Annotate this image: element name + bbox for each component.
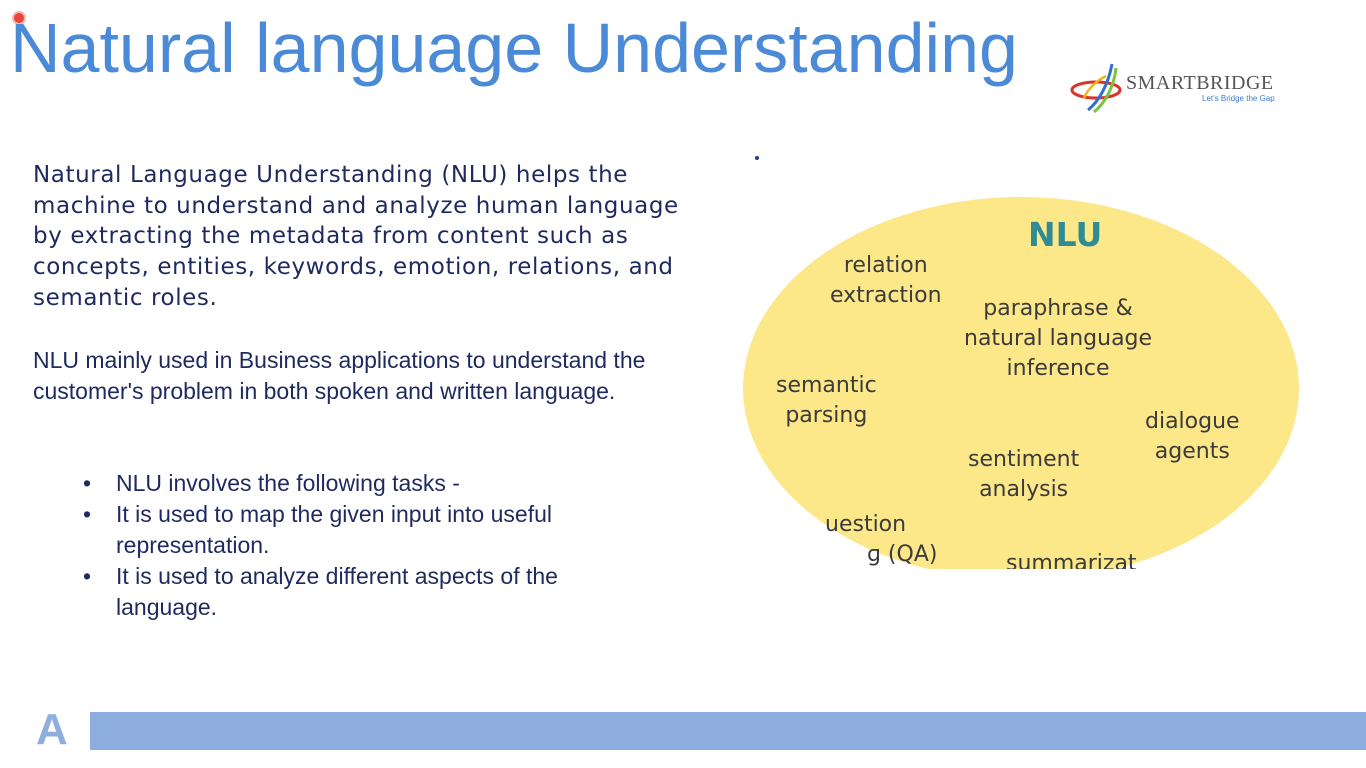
nlu-diagram: NLU relation extraction paraphrase & nat…: [743, 197, 1299, 580]
term-relation-extraction: relation extraction: [830, 253, 942, 308]
term-semantic-parsing: semantic parsing: [776, 373, 877, 428]
bullet-text: It is used to map the given input into u…: [116, 501, 552, 558]
smartbridge-logo: SMARTBRIDGE Let's Bridge the Gap: [1068, 58, 1288, 118]
slide-title: Natural language Understanding: [10, 9, 1018, 87]
bullet-icon: •: [83, 470, 92, 496]
logo-tagline: Let's Bridge the Gap: [1202, 94, 1275, 103]
bullet-text: NLU involves the following tasks -: [116, 470, 460, 496]
bullet-item: • It is used to analyze different aspects…: [83, 561, 643, 623]
term-sentiment-analysis: sentiment analysis: [968, 447, 1080, 502]
smartbridge-logo-icon: [1070, 63, 1122, 114]
footer-logo: A: [36, 705, 68, 754]
footer-bar: [90, 712, 1366, 750]
logo-name: SMARTBRIDGE: [1126, 72, 1274, 94]
term-dialogue-agents: dialogue agents: [1145, 409, 1240, 464]
nlu-definition-paragraph: Natural Language Understanding (NLU) hel…: [33, 162, 679, 311]
term-paraphrase-inference: paraphrase & natural language inference: [964, 296, 1153, 381]
bullet-item: • NLU involves the following tasks -: [83, 468, 643, 499]
bullet-item: • It is used to map the given input into …: [83, 499, 643, 561]
bullet-text: It is used to analyze different aspects …: [116, 563, 558, 620]
diagram-crop-mask: [743, 569, 1299, 580]
stray-dot: [755, 156, 759, 160]
nlu-diagram-title: NLU: [1028, 215, 1103, 254]
term-question-answering: uestion ɡ (QA): [825, 512, 938, 567]
bullet-icon: •: [83, 563, 92, 589]
nlu-business-paragraph: NLU mainly used in Business applications…: [33, 347, 646, 404]
bullet-icon: •: [83, 501, 92, 527]
task-bullet-list: • NLU involves the following tasks - • It …: [83, 468, 643, 623]
